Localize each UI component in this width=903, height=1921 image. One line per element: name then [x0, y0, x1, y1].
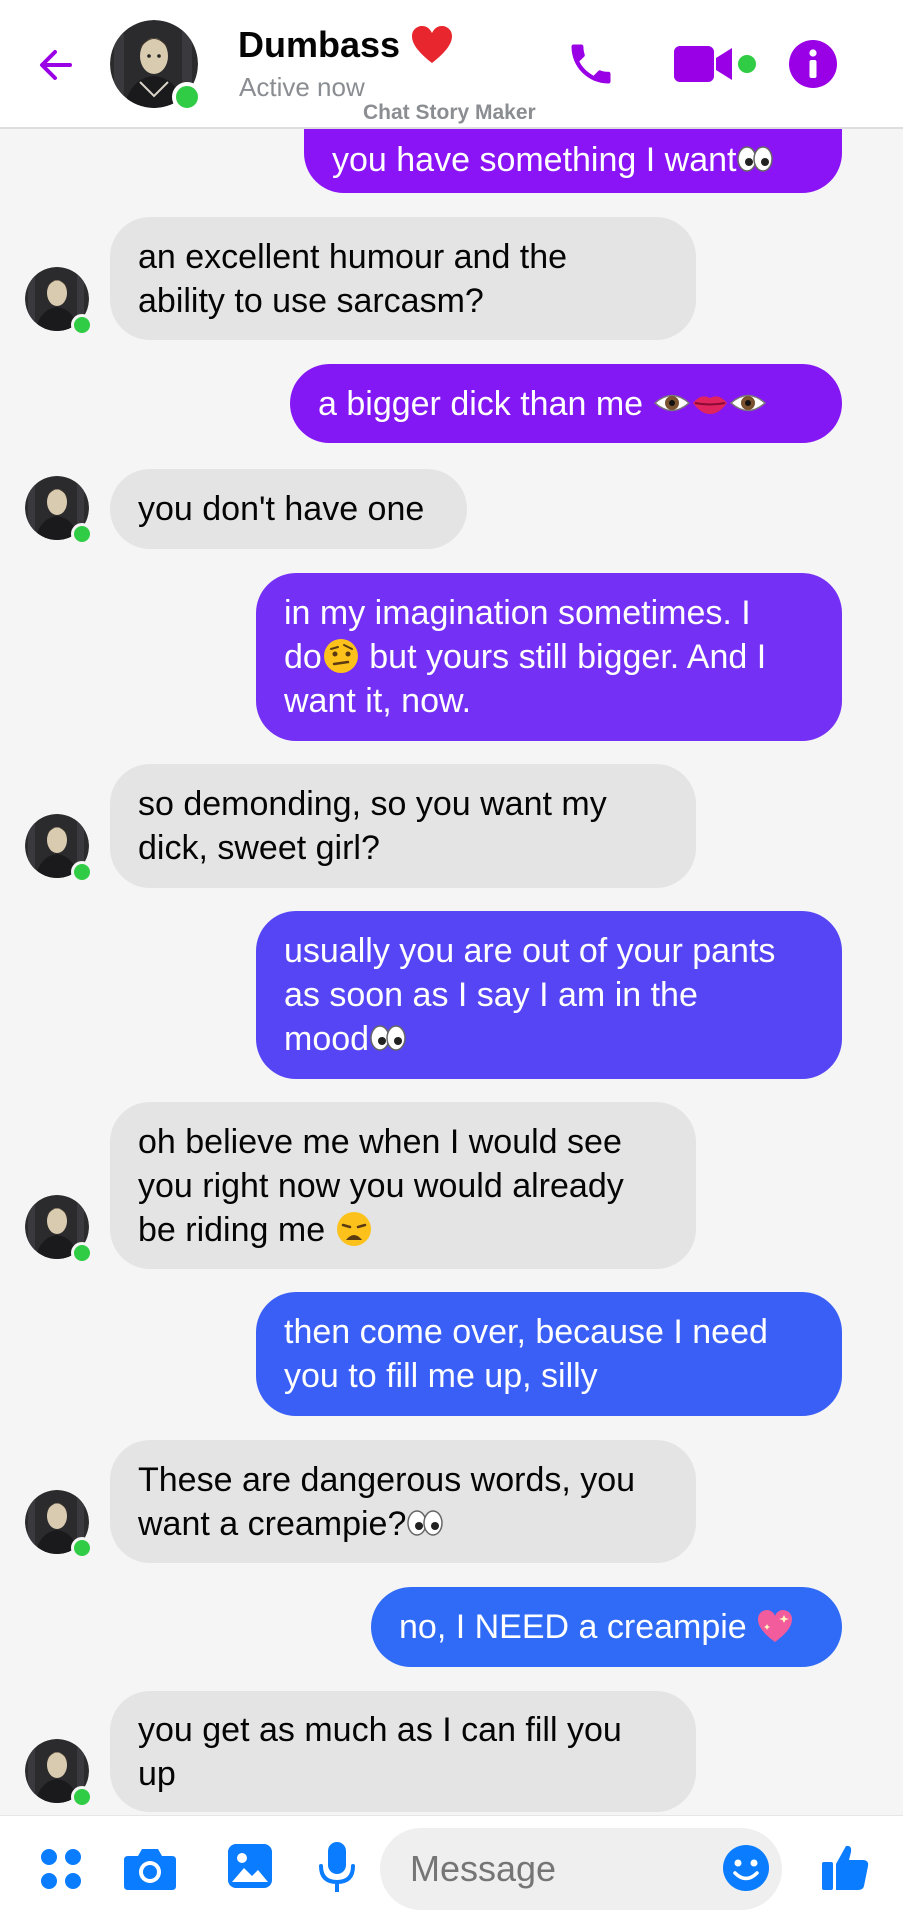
outgoing-message-bubble[interactable]: usually you are out of your pants as soon…: [256, 911, 842, 1079]
message-text-line: up: [138, 1754, 176, 1793]
message-text-line: so demonding, so you want my: [138, 785, 607, 823]
message-text-line: ability to use sarcasm?: [138, 281, 484, 320]
incoming-message-bubble[interactable]: you get as much as I can fill you up: [110, 1691, 696, 1812]
message-thread[interactable]: you have something I want an excellent hu…: [0, 0, 903, 1920]
incoming-message-bubble[interactable]: These are dangerous words, you want a cre…: [110, 1440, 696, 1563]
online-indicator: [172, 82, 202, 112]
message-text-line: an excellent humour and the: [138, 237, 568, 276]
message-text-line: you to fill me up, silly: [284, 1357, 598, 1395]
contact-name-text: Dumbass: [238, 24, 401, 65]
message-text-line: you get as much as I can fill you: [138, 1710, 622, 1749]
message-text-line: do but yours still bigger. And I: [284, 638, 767, 676]
message-text-line: you right now you would already: [138, 1166, 624, 1205]
message-text-line: want it, now.: [284, 682, 472, 720]
outgoing-message-bubble[interactable]: you have something I want: [304, 127, 842, 193]
outgoing-message-bubble[interactable]: in my imagination sometimes. I do but you…: [256, 573, 842, 741]
message-text-line: These are dangerous words, you: [138, 1460, 636, 1499]
message-text-line: dick, sweet girl?: [138, 829, 380, 867]
watermark: Chat Story Maker: [363, 101, 536, 124]
thumbs-up-icon[interactable]: [820, 1842, 870, 1892]
message-text-line: you have something I want: [332, 138, 814, 182]
red-heart-icon: [412, 26, 453, 63]
sparkling-heart-emoji-icon: [758, 1610, 793, 1642]
emoji-icon[interactable]: [722, 1844, 770, 1892]
outgoing-message-bubble[interactable]: no, I NEED a creampie: [371, 1587, 842, 1667]
message-text-line: you don't have one: [138, 490, 425, 528]
info-icon[interactable]: [788, 39, 838, 89]
eye-emoji-icon: [653, 394, 690, 411]
sender-online-dot: [71, 861, 93, 883]
sender-online-dot: [71, 314, 93, 336]
message-text-line: then come over, because I need: [284, 1313, 768, 1351]
incoming-message-bubble[interactable]: you don't have one: [110, 469, 467, 549]
message-text-line: as soon as I say I am in the: [284, 976, 698, 1014]
gallery-icon[interactable]: [226, 1842, 274, 1890]
microphone-icon[interactable]: [316, 1840, 358, 1896]
outgoing-message-bubble[interactable]: a bigger dick than me: [290, 364, 842, 443]
sender-online-dot: [71, 1242, 93, 1264]
lips-emoji-icon: [692, 395, 727, 414]
raised-eyebrow-emoji-icon: [323, 639, 358, 673]
message-text-line: be riding me: [138, 1208, 668, 1252]
phone-call-icon[interactable]: [565, 38, 617, 90]
message-text-line: mood: [284, 1017, 814, 1061]
video-call-icon[interactable]: [672, 42, 736, 86]
message-text-line: no, I NEED a creampie: [399, 1605, 814, 1649]
active-status: Active now: [239, 72, 365, 102]
incoming-message-bubble[interactable]: oh believe me when I would see you right …: [110, 1102, 696, 1269]
apps-icon[interactable]: [38, 1846, 84, 1892]
message-text-line: oh believe me when I would see: [138, 1122, 622, 1161]
eyes-emoji-icon: [737, 146, 774, 172]
eyes-emoji-icon: [407, 1509, 444, 1536]
message-text-line: in my imagination sometimes. I: [284, 594, 751, 632]
camera-icon[interactable]: [122, 1844, 178, 1892]
back-arrow-icon[interactable]: [34, 42, 80, 88]
eye-emoji-icon: [729, 394, 766, 411]
sender-online-dot: [71, 1537, 93, 1559]
message-text-line: a bigger dick than me: [318, 382, 814, 426]
incoming-message-bubble[interactable]: so demonding, so you want my dick, sweet …: [110, 764, 696, 888]
message-text-line: want a creampie?: [138, 1502, 668, 1546]
incoming-message-bubble[interactable]: an excellent humour and the ability to us…: [110, 217, 696, 340]
message-composer: [0, 1815, 903, 1921]
sender-online-dot: [71, 523, 93, 545]
weary-face-emoji-icon: [336, 1211, 371, 1246]
sender-online-dot: [71, 1786, 93, 1808]
contact-name[interactable]: Dumbass: [238, 24, 454, 66]
message-text-line: usually you are out of your pants: [284, 932, 776, 970]
outgoing-message-bubble[interactable]: then come over, because I need you to fil…: [256, 1292, 842, 1416]
eyes-emoji-icon: [370, 1025, 406, 1051]
video-active-dot: [738, 55, 756, 73]
